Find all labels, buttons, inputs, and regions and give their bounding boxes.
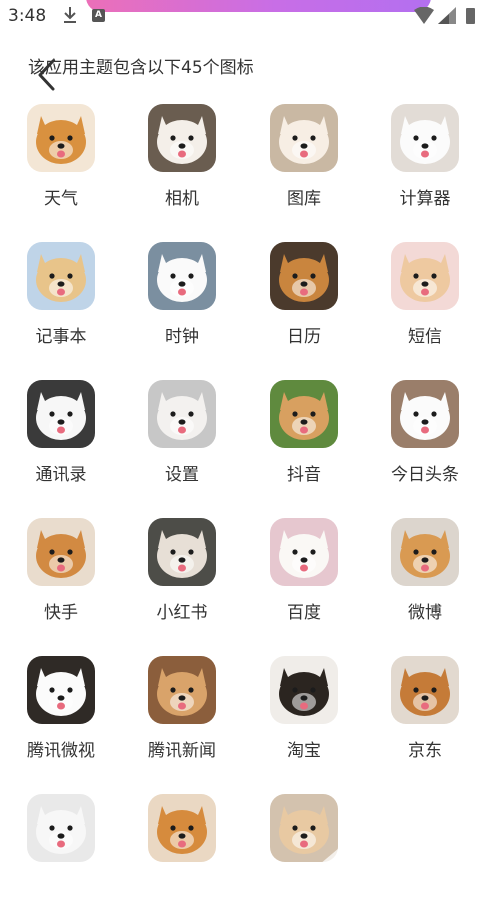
page-title: 该应用主题包含以下45个图标 [28, 58, 254, 78]
dog-photo-icon[interactable] [270, 518, 338, 586]
dog-photo-icon[interactable] [148, 380, 216, 448]
icon-label: 通讯录 [35, 465, 87, 485]
icon-label: 微博 [408, 603, 442, 623]
theme-icon-item[interactable]: 短信 [364, 242, 486, 372]
app-notification-icon: A [92, 9, 105, 22]
icon-label: 腾讯新闻 [148, 741, 216, 761]
icon-label: 小红书 [156, 603, 208, 623]
dog-photo-icon[interactable] [148, 518, 216, 586]
icon-label: 京东 [408, 741, 442, 761]
dog-photo-icon[interactable] [391, 242, 459, 310]
dog-photo-icon[interactable] [27, 794, 95, 862]
dog-photo-icon[interactable] [391, 104, 459, 172]
theme-icon-item[interactable]: 抖音 [243, 380, 365, 510]
icon-label: 今日头条 [391, 465, 459, 485]
notification-pill[interactable] [86, 0, 431, 12]
download-icon [62, 6, 78, 28]
icon-label: 记事本 [35, 327, 87, 347]
theme-icon-item[interactable]: 腾讯新闻 [121, 656, 243, 786]
dog-photo-icon[interactable] [148, 794, 216, 862]
theme-icon-item[interactable]: 淘宝 [243, 656, 365, 786]
theme-icon-item[interactable]: 京东 [364, 656, 486, 786]
status-time: 3:48 [8, 6, 47, 26]
icon-label: 设置 [165, 465, 199, 485]
theme-icon-item[interactable]: 图库 [243, 104, 365, 234]
theme-icon-item[interactable]: 天气 [0, 104, 122, 234]
theme-icon-item[interactable]: 相机 [121, 104, 243, 234]
dog-photo-icon[interactable] [27, 656, 95, 724]
icon-label: 日历 [287, 327, 321, 347]
theme-icon-item[interactable]: 百度 [243, 518, 365, 648]
icon-label: 相机 [165, 189, 199, 209]
dog-photo-icon[interactable] [270, 656, 338, 724]
battery-icon [466, 8, 475, 24]
theme-icon-item[interactable] [243, 794, 365, 924]
theme-icon-item[interactable]: 今日头条 [364, 380, 486, 510]
theme-icon-item[interactable]: 快手 [0, 518, 122, 648]
dog-photo-icon[interactable] [270, 794, 338, 862]
icon-label: 抖音 [287, 465, 321, 485]
icon-label: 计算器 [399, 189, 451, 209]
icon-label: 快手 [44, 603, 78, 623]
dog-photo-icon[interactable] [27, 380, 95, 448]
icon-label: 天气 [44, 189, 78, 209]
theme-icon-item[interactable]: 设置 [121, 380, 243, 510]
dog-photo-icon[interactable] [27, 518, 95, 586]
theme-icon-item[interactable] [121, 794, 243, 924]
theme-icon-item[interactable]: 腾讯微视 [0, 656, 122, 786]
dog-photo-icon[interactable] [27, 242, 95, 310]
icon-label: 腾讯微视 [27, 741, 95, 761]
dog-photo-icon[interactable] [391, 380, 459, 448]
dog-photo-icon[interactable] [148, 656, 216, 724]
icon-label: 淘宝 [287, 741, 321, 761]
theme-icon-item[interactable]: 小红书 [121, 518, 243, 648]
theme-icon-item[interactable]: 时钟 [121, 242, 243, 372]
theme-icon-item[interactable]: 记事本 [0, 242, 122, 372]
icon-label: 图库 [287, 189, 321, 209]
dog-photo-icon[interactable] [391, 518, 459, 586]
dog-photo-icon[interactable] [391, 656, 459, 724]
dog-photo-icon[interactable] [148, 242, 216, 310]
dog-photo-icon[interactable] [270, 380, 338, 448]
dog-photo-icon[interactable] [27, 104, 95, 172]
theme-icon-item[interactable]: 微博 [364, 518, 486, 648]
icon-label: 百度 [287, 603, 321, 623]
theme-icon-item[interactable]: 通讯录 [0, 380, 122, 510]
icon-label: 短信 [408, 327, 442, 347]
theme-icon-item[interactable]: 计算器 [364, 104, 486, 234]
theme-icon-item[interactable] [0, 794, 122, 924]
icon-label: 时钟 [165, 327, 199, 347]
theme-icon-item[interactable]: 日历 [243, 242, 365, 372]
signal-icon [438, 7, 458, 28]
wifi-icon [414, 6, 434, 28]
dog-photo-icon[interactable] [270, 104, 338, 172]
dog-photo-icon[interactable] [270, 242, 338, 310]
dog-photo-icon[interactable] [148, 104, 216, 172]
status-bar: 3:48 A [0, 0, 486, 34]
